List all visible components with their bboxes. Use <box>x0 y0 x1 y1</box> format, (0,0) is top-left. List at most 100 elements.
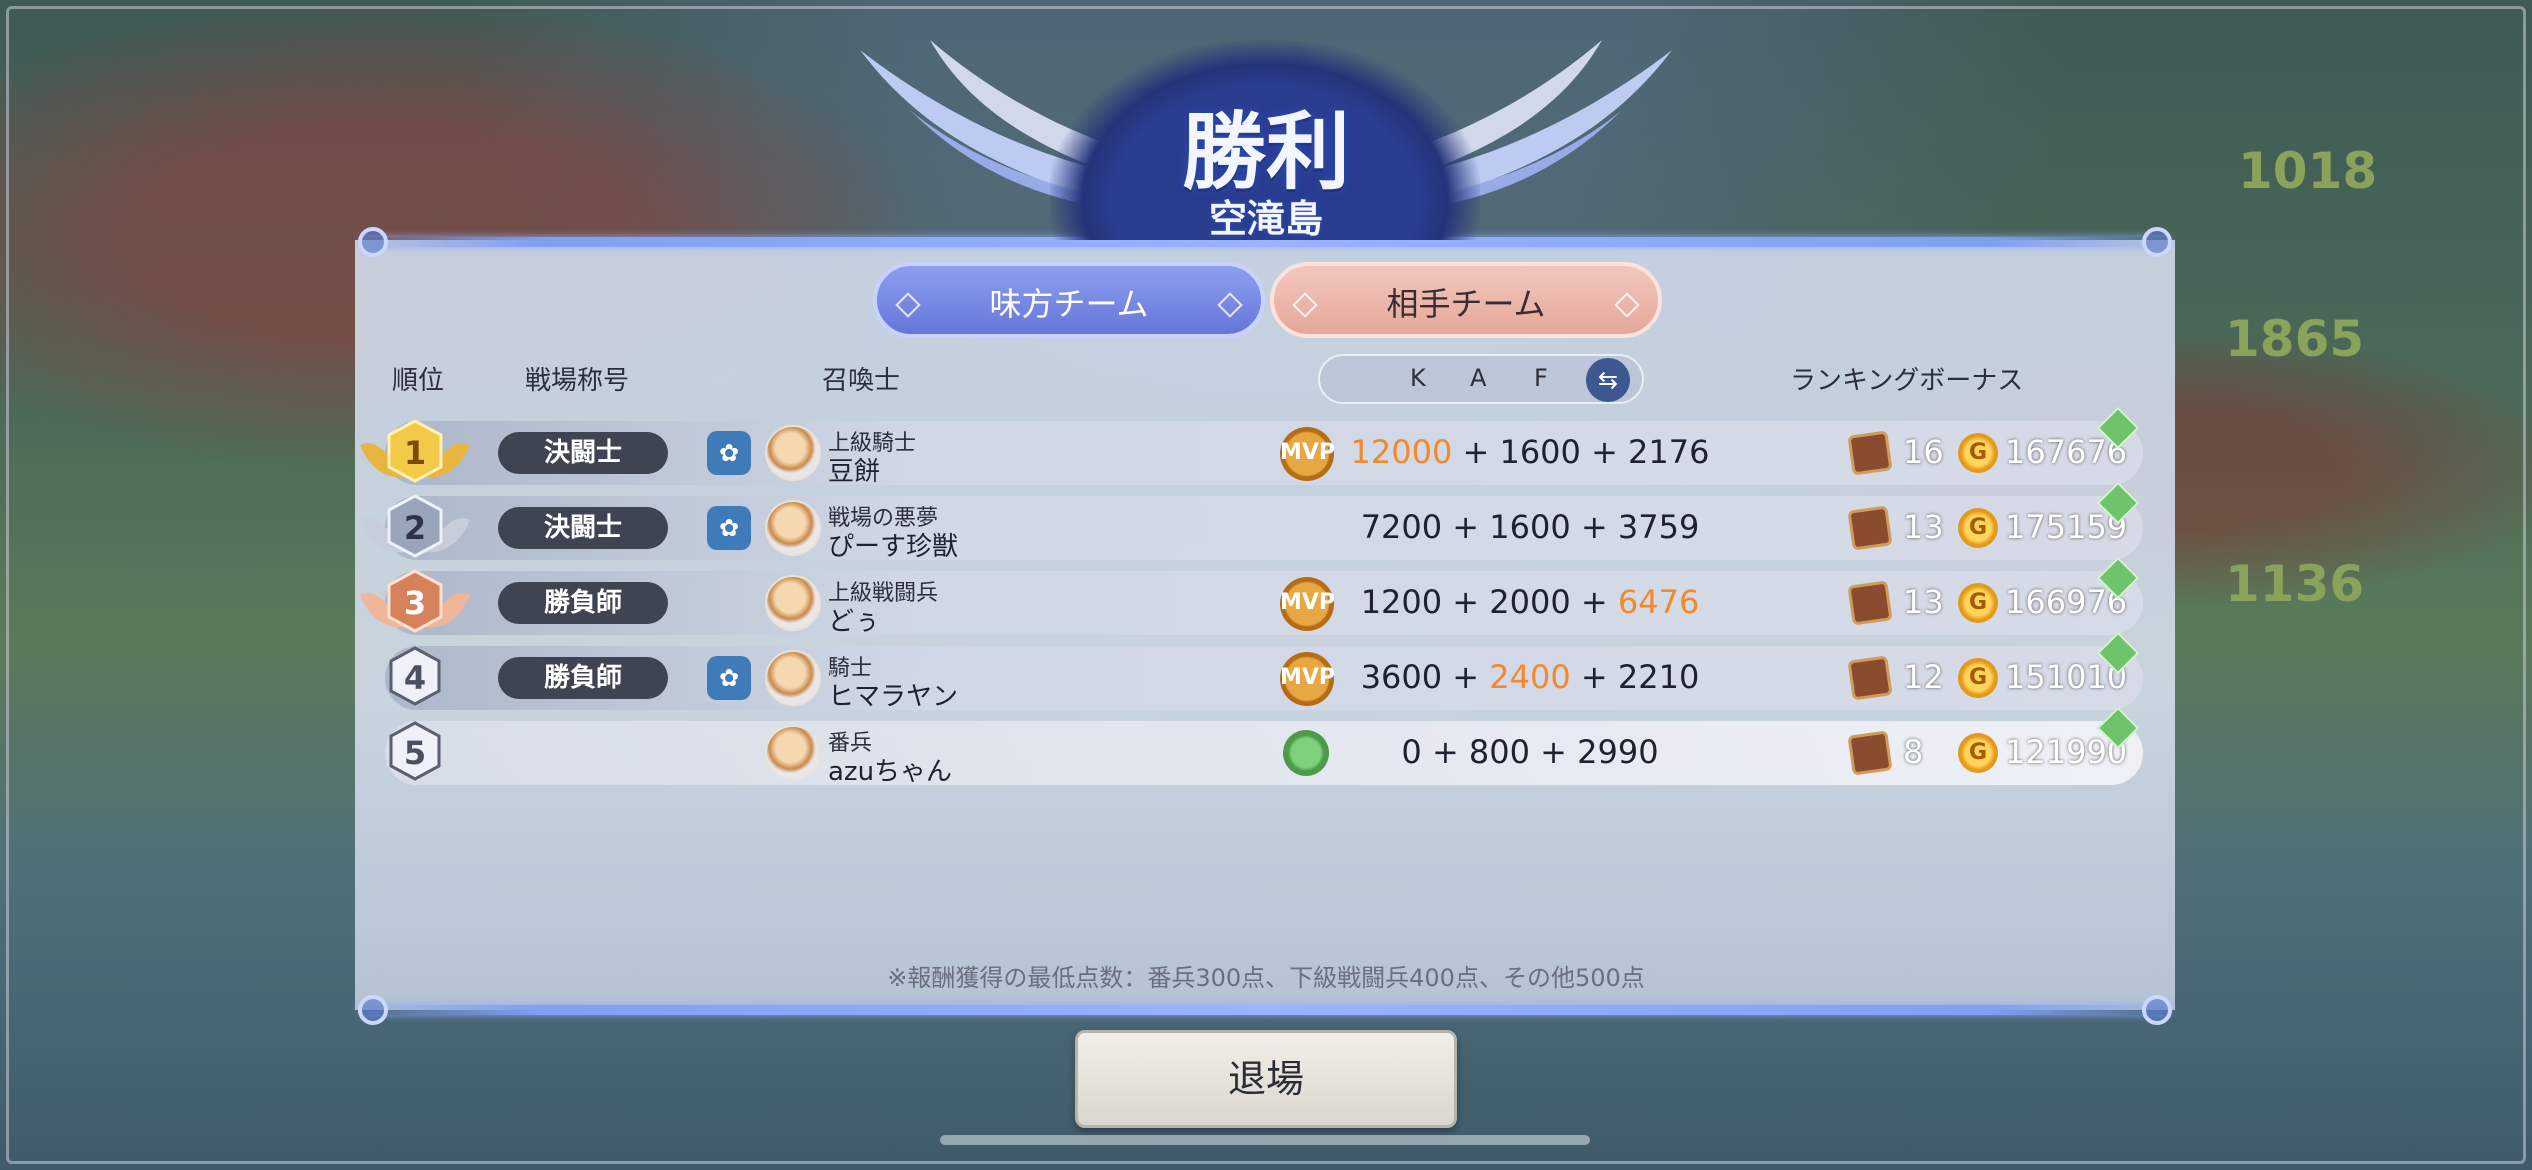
scene-number-2: 1865 <box>2225 310 2365 368</box>
column-ranking-bonus: ランキングボーナス <box>1790 366 2024 396</box>
kaf-score: 12000 + 1600 + 2176 <box>1335 433 1725 471</box>
plus-sign: + <box>1431 733 1459 771</box>
battle-title-badge: 決闘士 <box>498 432 668 474</box>
battle-title-badge: 決闘士 <box>498 507 668 549</box>
avatar[interactable] <box>765 425 821 481</box>
mvp-flag-icon: MVP <box>1280 652 1335 706</box>
column-a: A <box>1470 364 1487 392</box>
party-icon[interactable]: ✿ <box>707 431 751 475</box>
score-a: 1600 <box>1489 508 1571 546</box>
tab-enemy-team[interactable]: 相手チーム <box>1270 262 1662 338</box>
score-k: 3600 <box>1360 658 1443 696</box>
table-row: 3 勝負師 上級戦闘兵 どぅ MVP 1200 + 2000 + 6476 13… <box>360 556 2143 637</box>
swap-icon[interactable]: ⇆ <box>1586 358 1630 402</box>
chest-count: 16 <box>1903 433 1944 471</box>
chest-icon <box>1847 655 1893 701</box>
stage-name: 空滝島 <box>1208 197 1323 241</box>
chest-icon <box>1847 580 1893 626</box>
tab-ornament-icon <box>1292 292 1318 318</box>
score-f: 6476 <box>1617 583 1700 621</box>
table-row: 4 勝負師 ✿ 騎士 ヒマラヤン MVP 3600 + 2400 + 2210 … <box>385 631 2143 712</box>
gold-coin-icon: G <box>1958 433 1998 473</box>
kaf-score: 7200 + 1600 + 3759 <box>1335 508 1725 546</box>
summoner-name: ヒマラヤン <box>828 682 959 712</box>
gold-coin-icon: G <box>1958 658 1998 698</box>
rank-number: 2 <box>403 509 427 547</box>
chest-icon <box>1847 505 1893 551</box>
score-k: 0 <box>1401 733 1422 771</box>
chest-icon <box>1847 730 1893 776</box>
column-battle-title: 戦場称号 <box>525 366 630 396</box>
scene-number-3: 1136 <box>2225 555 2365 613</box>
tab-ally-label: 味方チーム <box>989 285 1149 323</box>
plus-sign: + <box>1452 508 1480 546</box>
exit-button[interactable]: 退場 <box>1075 1030 1457 1128</box>
score-a: 800 <box>1468 733 1530 771</box>
score-f: 2176 <box>1628 433 1710 471</box>
avatar[interactable] <box>765 500 821 556</box>
score-k: 12000 <box>1350 433 1453 471</box>
score-a: 1600 <box>1499 433 1581 471</box>
reward-note: ※報酬獲得の最低点数：番兵300点、下級戦闘兵400点、その他500点 <box>887 964 1645 992</box>
gold-coin-icon: G <box>1958 733 1998 773</box>
mvp-assist-icon: MVP <box>1280 577 1335 631</box>
summoner-name: どぅ <box>828 607 881 637</box>
bottom-scrollbar <box>940 1135 1590 1145</box>
plus-sign: + <box>1580 508 1608 546</box>
plus-sign: + <box>1540 733 1567 771</box>
kaf-score: 3600 + 2400 + 2210 <box>1335 658 1725 696</box>
score-f: 2210 <box>1617 658 1700 696</box>
plus-sign: + <box>1580 583 1608 621</box>
score-a: 2400 <box>1489 658 1571 696</box>
bottom-rail-left-cap <box>358 995 388 1025</box>
mvp-kill-icon: MVP <box>1280 427 1335 481</box>
battle-title-badge: 勝負師 <box>498 657 668 699</box>
score-a: 2000 <box>1489 583 1571 621</box>
avatar[interactable] <box>765 650 821 706</box>
summoner-name: 豆餅 <box>828 457 881 487</box>
kaf-score: 0 + 800 + 2990 <box>1335 733 1725 771</box>
score-f: 2990 <box>1577 733 1659 771</box>
plus-sign: + <box>1452 583 1480 621</box>
tab-ornament-icon <box>1217 292 1243 318</box>
table-row: 1 決闘士 ✿ 上級騎士 豆餅 MVP 12000 + 1600 + 2176 … <box>360 406 2143 487</box>
rank-number: 4 <box>403 659 427 697</box>
summoner-name: azuちゃん <box>828 757 953 787</box>
score-f: 3759 <box>1617 508 1700 546</box>
rank-number: 1 <box>403 434 427 472</box>
avatar[interactable] <box>765 575 821 631</box>
tab-ornament-icon <box>1614 292 1640 318</box>
score-k: 1200 <box>1360 583 1443 621</box>
bottom-rail-right-cap <box>2142 995 2172 1025</box>
column-f: F <box>1534 364 1548 392</box>
plus-sign: + <box>1580 658 1608 696</box>
score-k: 7200 <box>1360 508 1443 546</box>
tab-ornament-icon <box>895 292 921 318</box>
battle-title-badge: 勝負師 <box>498 582 668 624</box>
chest-count: 8 <box>1903 733 1924 771</box>
chest-count: 12 <box>1903 658 1944 696</box>
summoner-name: ぴーす珍獣 <box>828 532 959 562</box>
tab-ally-team[interactable]: 味方チーム <box>873 262 1265 338</box>
rank-number: 3 <box>403 584 427 622</box>
avatar[interactable] <box>765 725 821 781</box>
table-row: 5 番兵 azuちゃん 0 + 800 + 2990 8 G 121990 <box>385 706 2143 787</box>
plus-sign: + <box>1452 658 1480 696</box>
self-leaf-icon <box>1283 730 1329 776</box>
gold-coin-icon: G <box>1958 508 1998 548</box>
party-icon[interactable]: ✿ <box>707 656 751 700</box>
rank-number: 5 <box>403 734 427 772</box>
tab-enemy-label: 相手チーム <box>1386 285 1546 323</box>
party-icon[interactable]: ✿ <box>707 506 751 550</box>
column-k: K <box>1410 364 1426 392</box>
chest-count: 13 <box>1903 583 1944 621</box>
table-row: 2 決闘士 ✿ 戦場の悪夢 ぴーす珍獣 7200 + 1600 + 3759 1… <box>360 481 2143 562</box>
chest-icon <box>1847 430 1893 476</box>
column-rank: 順位 <box>392 366 445 396</box>
chest-count: 13 <box>1903 508 1944 546</box>
kaf-score: 1200 + 2000 + 6476 <box>1335 583 1725 621</box>
bottom-rail <box>360 1005 2170 1015</box>
plus-sign: + <box>1462 433 1490 471</box>
gold-coin-icon: G <box>1958 583 1998 623</box>
column-summoner: 召喚士 <box>822 366 901 396</box>
